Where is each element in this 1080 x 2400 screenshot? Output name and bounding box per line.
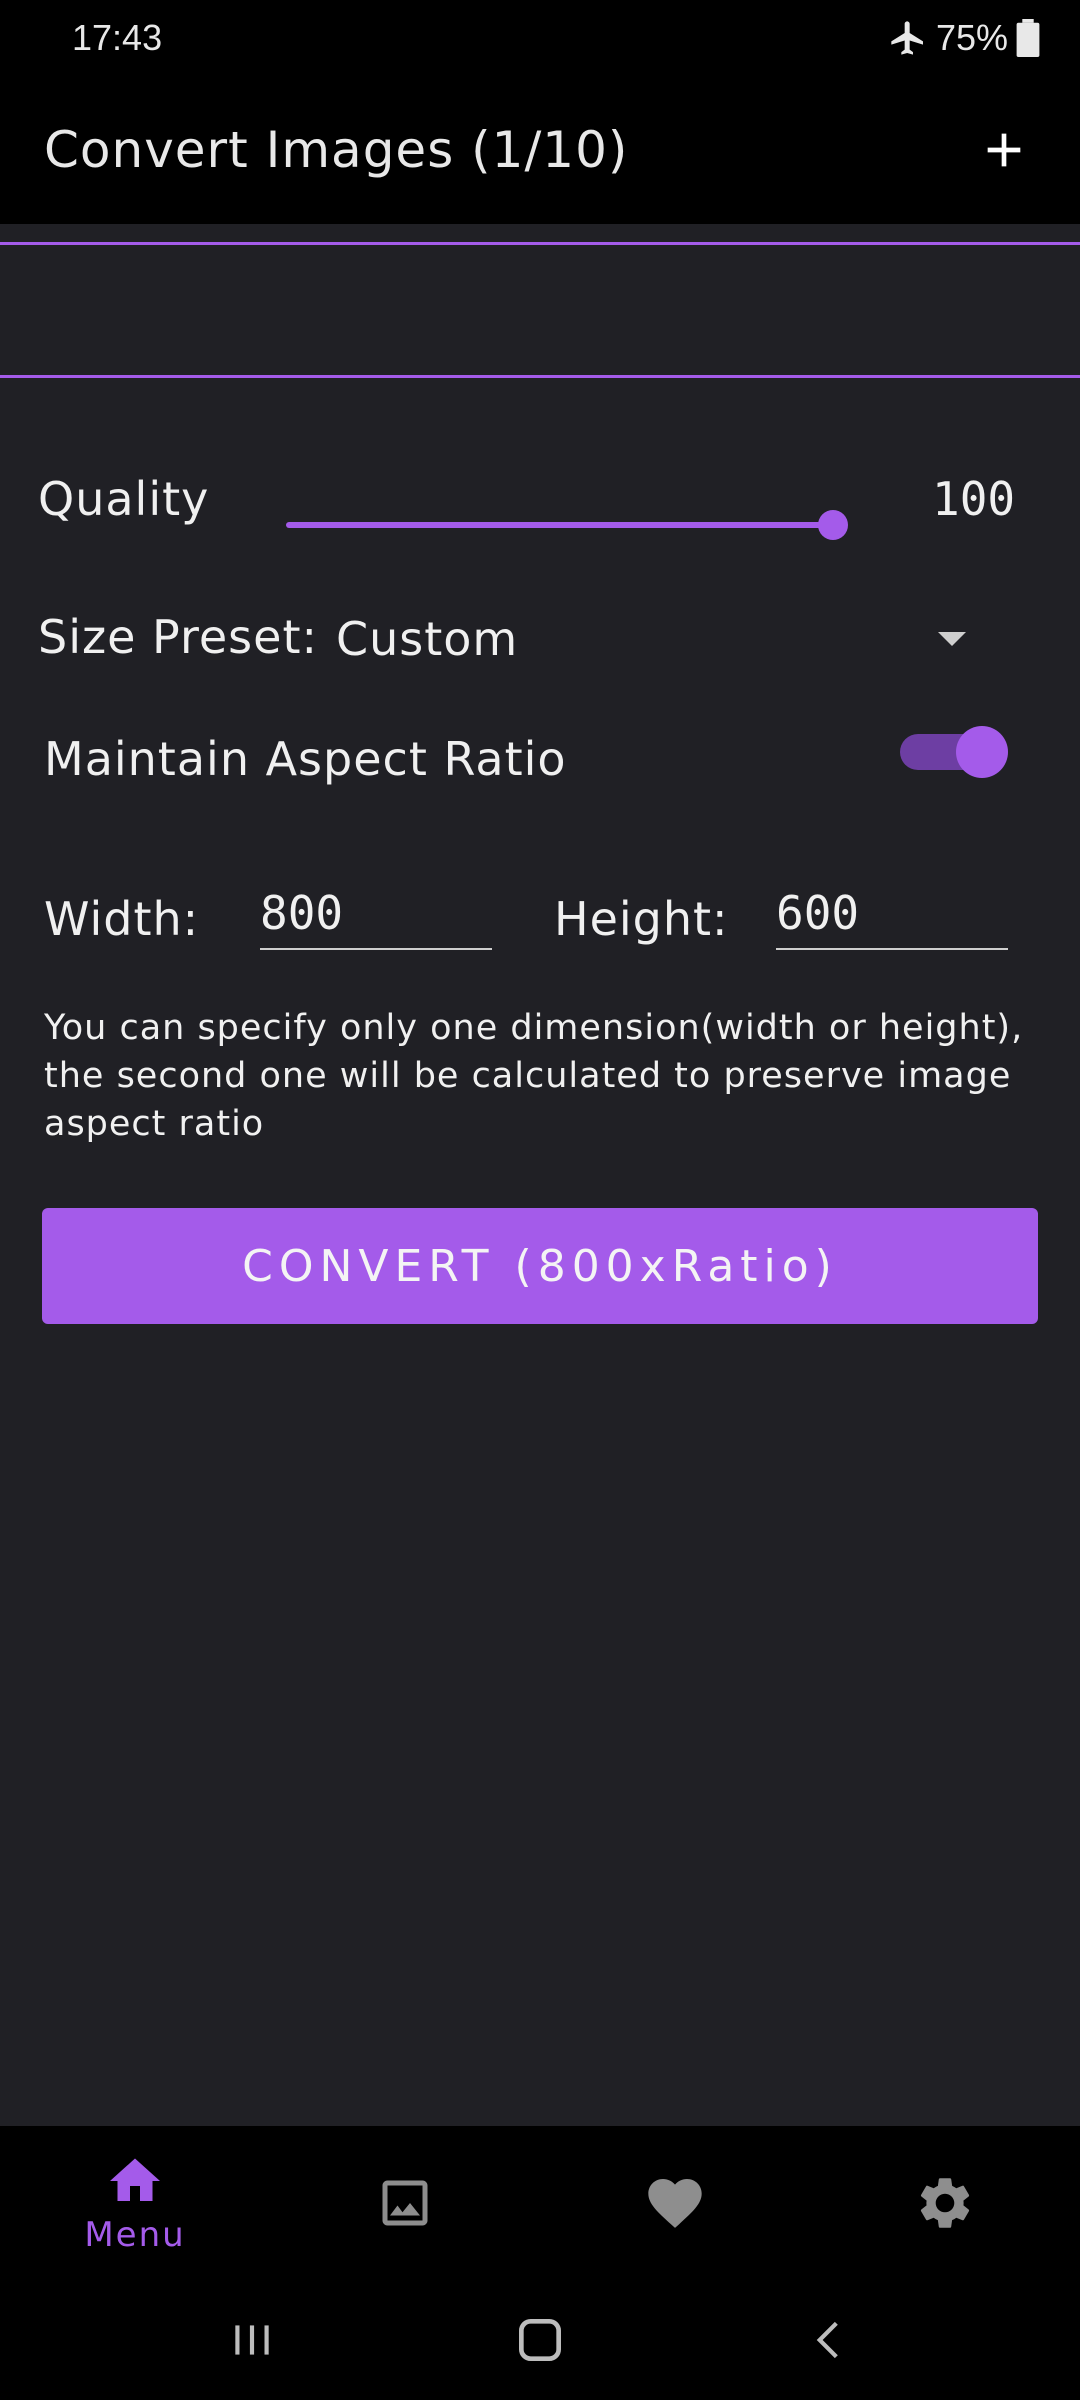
image-preview-area[interactable] — [0, 242, 1080, 378]
dimension-hint: You can specify only one dimension(width… — [44, 1008, 1024, 1144]
width-field[interactable] — [260, 874, 492, 948]
system-navigation-bar — [0, 2280, 1080, 2400]
size-preset-label: Size Preset: — [38, 610, 318, 664]
nav-item-settings[interactable] — [810, 2126, 1080, 2280]
image-icon — [382, 2180, 428, 2226]
slider-track — [286, 522, 832, 528]
gear-icon — [920, 2178, 970, 2228]
battery-percent: 75% — [935, 17, 1008, 58]
home-icon — [110, 2158, 160, 2201]
toggle-knob — [956, 726, 1008, 778]
airplane-icon — [891, 21, 923, 55]
convert-button[interactable]: CONVERT (800xRatio) — [42, 1208, 1038, 1324]
nav-item-gallery[interactable] — [270, 2126, 540, 2280]
chevron-down-icon — [938, 632, 966, 646]
size-preset-dropdown[interactable]: Custom — [336, 604, 986, 674]
nav-item-menu[interactable]: Menu — [0, 2126, 270, 2280]
width-field-wrapper — [260, 874, 492, 950]
quality-slider[interactable] — [286, 499, 848, 559]
nav-label-menu: Menu — [84, 2215, 186, 2255]
quality-label: Quality — [38, 472, 210, 526]
back-icon[interactable] — [803, 2315, 853, 2365]
nav-item-favorites[interactable] — [540, 2126, 810, 2280]
status-bar: 17:43 75% — [0, 0, 1080, 76]
aspect-ratio-label: Maintain Aspect Ratio — [44, 732, 567, 786]
aspect-ratio-toggle[interactable] — [900, 722, 1012, 782]
recent-apps-icon[interactable] — [227, 2315, 277, 2365]
size-preset-value: Custom — [336, 612, 519, 666]
height-field[interactable] — [776, 874, 1008, 948]
battery-icon — [1016, 19, 1040, 57]
plus-icon — [987, 133, 1021, 167]
page-title: Convert Images (1/10) — [44, 121, 629, 179]
height-label: Height: — [554, 892, 729, 946]
width-label: Width: — [44, 892, 200, 946]
slider-thumb[interactable] — [818, 510, 848, 540]
home-button-icon[interactable] — [512, 2312, 568, 2368]
add-button[interactable] — [972, 118, 1036, 182]
status-icons: 75% — [888, 17, 1040, 59]
main-content: Quality 100 Size Preset: Custom Maintain… — [0, 224, 1080, 2126]
bottom-navigation: Menu — [0, 2126, 1080, 2280]
heart-icon — [648, 2179, 702, 2228]
height-field-wrapper — [776, 874, 1008, 950]
app-bar: Convert Images (1/10) — [0, 76, 1080, 224]
quality-value: 100 — [932, 472, 1016, 526]
status-time: 17:43 — [72, 17, 163, 58]
